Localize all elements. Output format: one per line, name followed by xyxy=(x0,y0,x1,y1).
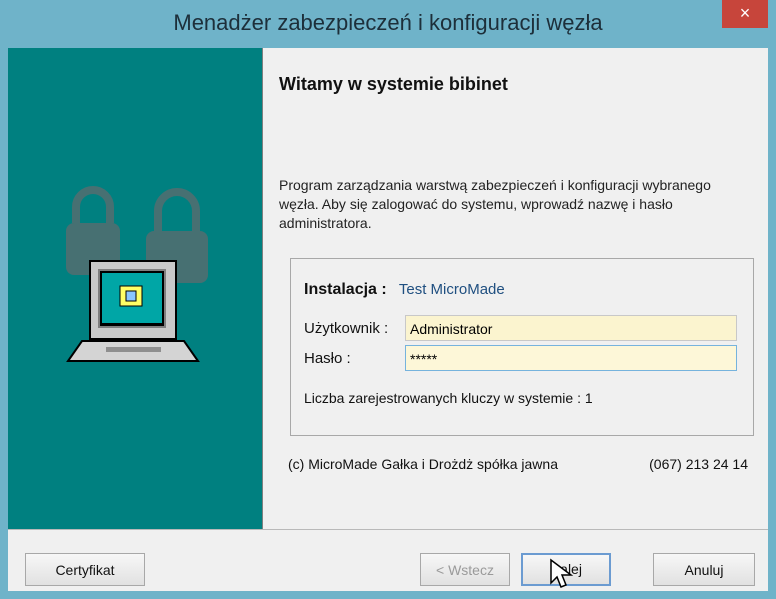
app-window: Menadżer zabezpieczeń i konfiguracji węz… xyxy=(0,0,776,599)
welcome-description: Program zarządzania warstwą zabezpieczeń… xyxy=(279,177,711,231)
title-bar: Menadżer zabezpieczeń i konfiguracji węz… xyxy=(0,0,776,48)
login-group: Instalacja : Test MicroMade Użytkownik :… xyxy=(290,258,754,436)
separator-line xyxy=(8,529,768,530)
close-icon: × xyxy=(739,3,751,23)
back-button[interactable]: < Wstecz xyxy=(420,553,510,586)
welcome-panel: Witamy w systemie bibinet Program zarząd… xyxy=(279,74,754,231)
mouse-pointer-icon xyxy=(550,558,574,588)
welcome-heading: Witamy w systemie bibinet xyxy=(279,74,508,94)
company-info: (c) MicroMade Gałka i Drożdż spółka jawn… xyxy=(288,456,758,472)
keys-count: Liczba zarejestrowanych kluczy w systemi… xyxy=(304,390,593,406)
secure-computer-icon xyxy=(66,186,208,362)
user-label: Użytkownik : xyxy=(304,320,389,337)
window-title: Menadżer zabezpieczeń i konfiguracji węz… xyxy=(173,10,603,35)
side-banner xyxy=(8,48,263,530)
password-field[interactable]: ***** xyxy=(405,345,737,371)
installation-row: Instalacja : Test MicroMade xyxy=(304,281,505,299)
phone-number: (067) 213 24 14 xyxy=(649,456,748,472)
password-label: Hasło : xyxy=(304,350,351,367)
certificate-button[interactable]: Certyfikat xyxy=(25,553,145,586)
close-button[interactable]: × xyxy=(722,0,768,28)
installation-label: Instalacja : xyxy=(304,281,387,298)
username-field[interactable]: Administrator xyxy=(405,315,737,341)
installation-value: Test MicroMade xyxy=(398,281,505,298)
cancel-button[interactable]: Anuluj xyxy=(653,553,755,586)
dialog-client: Witamy w systemie bibinet Program zarząd… xyxy=(8,48,768,591)
copyright-text: (c) MicroMade Gałka i Drożdż spółka jawn… xyxy=(288,456,558,472)
